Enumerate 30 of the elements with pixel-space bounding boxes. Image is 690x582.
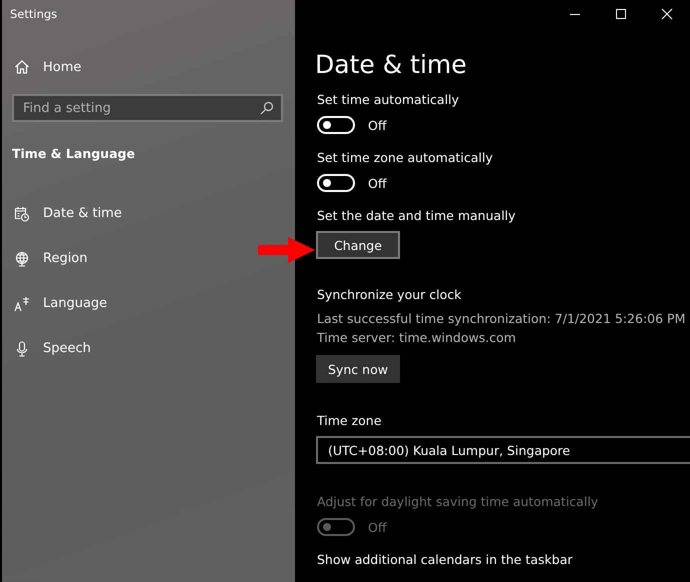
search-icon[interactable] <box>260 101 274 115</box>
nav-item[interactable]: Speech <box>2 326 295 371</box>
section-heading: Time & Language <box>11 146 136 161</box>
nav-item[interactable]: Language <box>2 281 295 326</box>
setting-label: Adjust for daylight saving time automatically <box>317 493 600 511</box>
window-title: Settings <box>9 6 58 23</box>
toggle-state-text: Off <box>368 176 386 190</box>
home-icon <box>14 59 30 75</box>
language-icon <box>14 296 30 312</box>
time-zone-dropdown[interactable]: (UTC+08:00) Kuala Lumpur, Singapore <box>316 436 690 464</box>
search-field[interactable]: Find a setting <box>12 94 283 122</box>
info-text: Time server: time.windows.com <box>317 329 517 347</box>
nav-item[interactable]: Region <box>2 236 295 281</box>
toggle-state-text: Off <box>368 520 386 534</box>
microphone-icon <box>14 340 30 356</box>
info-text: Last successful time synchronization: 7/1/2021 5:26:06 PM <box>317 310 686 328</box>
calendar-clock-icon <box>14 206 30 222</box>
toggle-state-text: Off <box>368 118 386 132</box>
page-heading: Date & time <box>315 49 468 81</box>
setting-label: Set the date and time manually <box>317 207 517 225</box>
home-nav-item[interactable]: Home <box>2 52 295 82</box>
change-button[interactable]: Change <box>316 231 400 259</box>
section-heading: Synchronize your clock <box>317 286 462 304</box>
nav-item[interactable]: Date & time <box>2 191 295 236</box>
setting-label: Time zone <box>317 412 382 430</box>
setting-label: Set time zone automatically <box>317 149 494 167</box>
sync-now-button[interactable]: Sync now <box>316 355 400 383</box>
setting-label: Show additional calendars in the taskbar <box>317 551 574 569</box>
globe-icon <box>14 250 30 266</box>
setting-label: Set time automatically <box>317 91 460 109</box>
